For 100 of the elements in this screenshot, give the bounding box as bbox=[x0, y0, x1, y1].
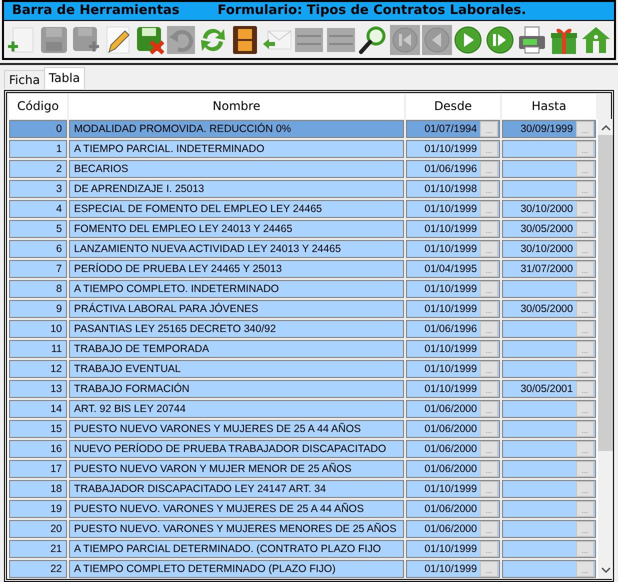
date-picker-button[interactable]: ... bbox=[480, 380, 498, 397]
date-picker-button[interactable]: ... bbox=[576, 500, 594, 517]
scrollbar[interactable] bbox=[598, 118, 613, 579]
date-picker-button[interactable]: ... bbox=[480, 440, 498, 457]
table-row[interactable]: 8 A TIEMPO COMPLETO. INDETERMINADO 01/10/1999 ... ... bbox=[9, 278, 596, 299]
table-row[interactable]: 16 NUEVO PERÍODO DE PRUEBA TRABAJADOR DISCAPACITADO 01/06/2000 ... ... bbox=[9, 438, 596, 459]
date-picker-button[interactable]: ... bbox=[480, 540, 498, 557]
table-row[interactable]: 2 BECARIOS 01/06/1996 ... ... bbox=[9, 158, 596, 179]
table-row[interactable]: 9 PRÁCTIVA LABORAL PARA JÓVENES 01/10/1999 ... 30/05/2000 ... bbox=[9, 298, 596, 319]
date-picker-button[interactable]: ... bbox=[576, 120, 594, 137]
date-picker-button[interactable]: ... bbox=[480, 320, 498, 337]
table-row[interactable]: 13 TRABAJO FORMACIÓN 01/10/1999 ... 30/05/2001 ... bbox=[9, 378, 596, 399]
next-icon[interactable] bbox=[453, 24, 484, 55]
table-row[interactable]: 3 DE APRENDIZAJE I. 25013 01/10/1998 ... ... bbox=[9, 178, 596, 199]
date-picker-button[interactable]: ... bbox=[480, 560, 498, 577]
date-picker-button[interactable]: ... bbox=[576, 400, 594, 417]
date-picker-button[interactable]: ... bbox=[480, 240, 498, 257]
table-cell: PUESTO NUEVO VARON Y MUJER MENOR DE 25 AÑOS bbox=[69, 460, 404, 478]
date-picker-button[interactable]: ... bbox=[576, 520, 594, 537]
table-cell: PRÁCTIVA LABORAL PARA JÓVENES bbox=[69, 300, 404, 318]
date-picker-button[interactable]: ... bbox=[576, 200, 594, 217]
date-picker-button[interactable]: ... bbox=[576, 300, 594, 317]
date-picker-button[interactable]: ... bbox=[480, 400, 498, 417]
table-cell: DE APRENDIZAJE I. 25013 bbox=[69, 180, 404, 198]
table-cell: 21 bbox=[9, 540, 67, 558]
date-picker-button[interactable]: ... bbox=[480, 300, 498, 317]
date-picker-button[interactable]: ... bbox=[576, 440, 594, 457]
table-row[interactable]: 20 PUESTO NUEVO. VARONES Y MUJERES MENORES DE 25 AÑOS 01/06/2000 ... ... bbox=[9, 518, 596, 539]
table-cell: 14 bbox=[9, 400, 67, 418]
table-row[interactable]: 5 FOMENTO DEL EMPLEO LEY 24013 Y 24465 01/10/1999 ... 30/05/2000 ... bbox=[9, 218, 596, 239]
date-picker-button[interactable]: ... bbox=[576, 160, 594, 177]
column-header[interactable]: Nombre bbox=[69, 94, 404, 119]
table-row[interactable]: 11 TRABAJO DE TEMPORADA 01/10/1999 ... ... bbox=[9, 338, 596, 359]
date-picker-button[interactable]: ... bbox=[480, 140, 498, 157]
table-row[interactable]: 0 MODALIDAD PROMOVIDA. REDUCCIÓN 0% 01/07/1994 ... 30/09/1999 ... bbox=[9, 118, 596, 139]
date-text: 30/05/2001 bbox=[520, 382, 573, 395]
date-picker-button[interactable]: ... bbox=[480, 500, 498, 517]
date-picker-button[interactable]: ... bbox=[576, 320, 594, 337]
date-picker-button[interactable]: ... bbox=[480, 480, 498, 497]
table-row[interactable]: 12 TRABAJO EVENTUAL 01/10/1999 ... ... bbox=[9, 358, 596, 379]
date-picker-button[interactable]: ... bbox=[576, 180, 594, 197]
table-row[interactable]: 10 PASANTIAS LEY 25165 DECRETO 340/92 01/06/1996 ... ... bbox=[9, 318, 596, 339]
date-picker-button[interactable]: ... bbox=[576, 240, 594, 257]
table-row[interactable]: 18 TRABAJADOR DISCAPACITADO LEY 24147 ART. 34 01/10/1999 ... ... bbox=[9, 478, 596, 499]
date-picker-button[interactable]: ... bbox=[576, 340, 594, 357]
table-row[interactable]: 14 ART. 92 BIS LEY 20744 01/06/2000 ... ... bbox=[9, 398, 596, 419]
table-row[interactable]: 21 A TIEMPO PARCIAL DETERMINADO. (CONTRATO PLAZO FIJO 01/10/1999 ... ... bbox=[9, 538, 596, 559]
table-row[interactable]: 6 LANZAMIENTO NUEVA ACTIVIDAD LEY 24013 Y 24465 01/10/1999 ... 30/10/2000 ... bbox=[9, 238, 596, 259]
date-picker-button[interactable]: ... bbox=[576, 460, 594, 477]
date-text: 01/10/1999 bbox=[424, 242, 477, 255]
date-text: 01/10/1999 bbox=[424, 202, 477, 215]
search-icon[interactable] bbox=[358, 24, 388, 55]
date-text: 01/06/2000 bbox=[424, 422, 477, 435]
date-picker-button[interactable]: ... bbox=[480, 200, 498, 217]
date-picker-button[interactable]: ... bbox=[576, 360, 594, 377]
date-picker-button[interactable]: ... bbox=[480, 280, 498, 297]
table-cell: 3 bbox=[9, 180, 67, 198]
date-picker-button[interactable]: ... bbox=[576, 140, 594, 157]
last-record-icon[interactable] bbox=[485, 24, 516, 55]
table-row[interactable]: 7 PERÍODO DE PRUEBA LEY 24465 Y 25013 01/04/1995 ... 31/07/2000 ... bbox=[9, 258, 596, 279]
column-header[interactable]: Código bbox=[9, 94, 67, 119]
date-picker-button[interactable]: ... bbox=[576, 280, 594, 297]
date-picker-button[interactable]: ... bbox=[576, 380, 594, 397]
date-picker-button[interactable]: ... bbox=[576, 260, 594, 277]
scroll-up-icon[interactable] bbox=[600, 122, 610, 133]
date-picker-button[interactable]: ... bbox=[480, 120, 498, 137]
scroll-thumb[interactable] bbox=[598, 134, 613, 451]
table-cell: ESPECIAL DE FOMENTO DEL EMPLEO LEY 24465 bbox=[69, 200, 404, 218]
date-picker-button[interactable]: ... bbox=[576, 560, 594, 577]
table-cell: TRABAJO DE TEMPORADA bbox=[69, 340, 404, 358]
date-picker-button[interactable]: ... bbox=[480, 340, 498, 357]
date-picker-button[interactable]: ... bbox=[576, 480, 594, 497]
date-picker-button[interactable]: ... bbox=[480, 180, 498, 197]
date-picker-button[interactable]: ... bbox=[480, 420, 498, 437]
table-row[interactable]: 4 ESPECIAL DE FOMENTO DEL EMPLEO LEY 24465 01/10/1999 ... 30/10/2000 ... bbox=[9, 198, 596, 219]
table-row[interactable]: 15 PUESTO NUEVO VARONES Y MUJERES DE 25 A 44 AÑOS 01/06/2000 ... ... bbox=[9, 418, 596, 439]
table-row[interactable]: 19 PUESTO NUEVO. VARONES Y MUJERES DE 25 A 44 AÑOS 01/06/2000 ... ... bbox=[9, 498, 596, 519]
date-picker-button[interactable]: ... bbox=[576, 420, 594, 437]
home-icon[interactable] bbox=[580, 24, 611, 55]
table-cell: A TIEMPO PARCIAL. INDETERMINADO bbox=[69, 140, 404, 158]
date-picker-button[interactable]: ... bbox=[480, 260, 498, 277]
tab[interactable]: Ficha bbox=[4, 70, 45, 89]
save-cancel-icon[interactable] bbox=[134, 24, 164, 55]
date-picker-button[interactable]: ... bbox=[480, 160, 498, 177]
printer-icon[interactable] bbox=[517, 24, 548, 55]
scroll-down-icon[interactable] bbox=[600, 564, 610, 575]
table-row[interactable]: 17 PUESTO NUEVO VARON Y MUJER MENOR DE 25 AÑOS 01/06/2000 ... ... bbox=[9, 458, 596, 479]
tab[interactable]: Tabla bbox=[44, 66, 85, 89]
column-header[interactable]: Hasta bbox=[502, 94, 596, 119]
date-picker-button[interactable]: ... bbox=[480, 360, 498, 377]
column-header[interactable]: Desde bbox=[406, 94, 500, 119]
date-picker-button[interactable]: ... bbox=[480, 460, 498, 477]
date-picker-button[interactable]: ... bbox=[576, 540, 594, 557]
date-picker-button[interactable]: ... bbox=[480, 520, 498, 537]
date-picker-button[interactable]: ... bbox=[480, 220, 498, 237]
table-row[interactable]: 22 A TIEMPO COMPLETO DETERMINADO (PLAZO FIJO) 01/10/1999 ... ... bbox=[9, 558, 596, 579]
date-picker-button[interactable]: ... bbox=[576, 220, 594, 237]
date-text: 30/09/1999 bbox=[520, 122, 573, 135]
table-cell: BECARIOS bbox=[69, 160, 404, 178]
table-row[interactable]: 1 A TIEMPO PARCIAL. INDETERMINADO 01/10/1999 ... ... bbox=[9, 138, 596, 159]
